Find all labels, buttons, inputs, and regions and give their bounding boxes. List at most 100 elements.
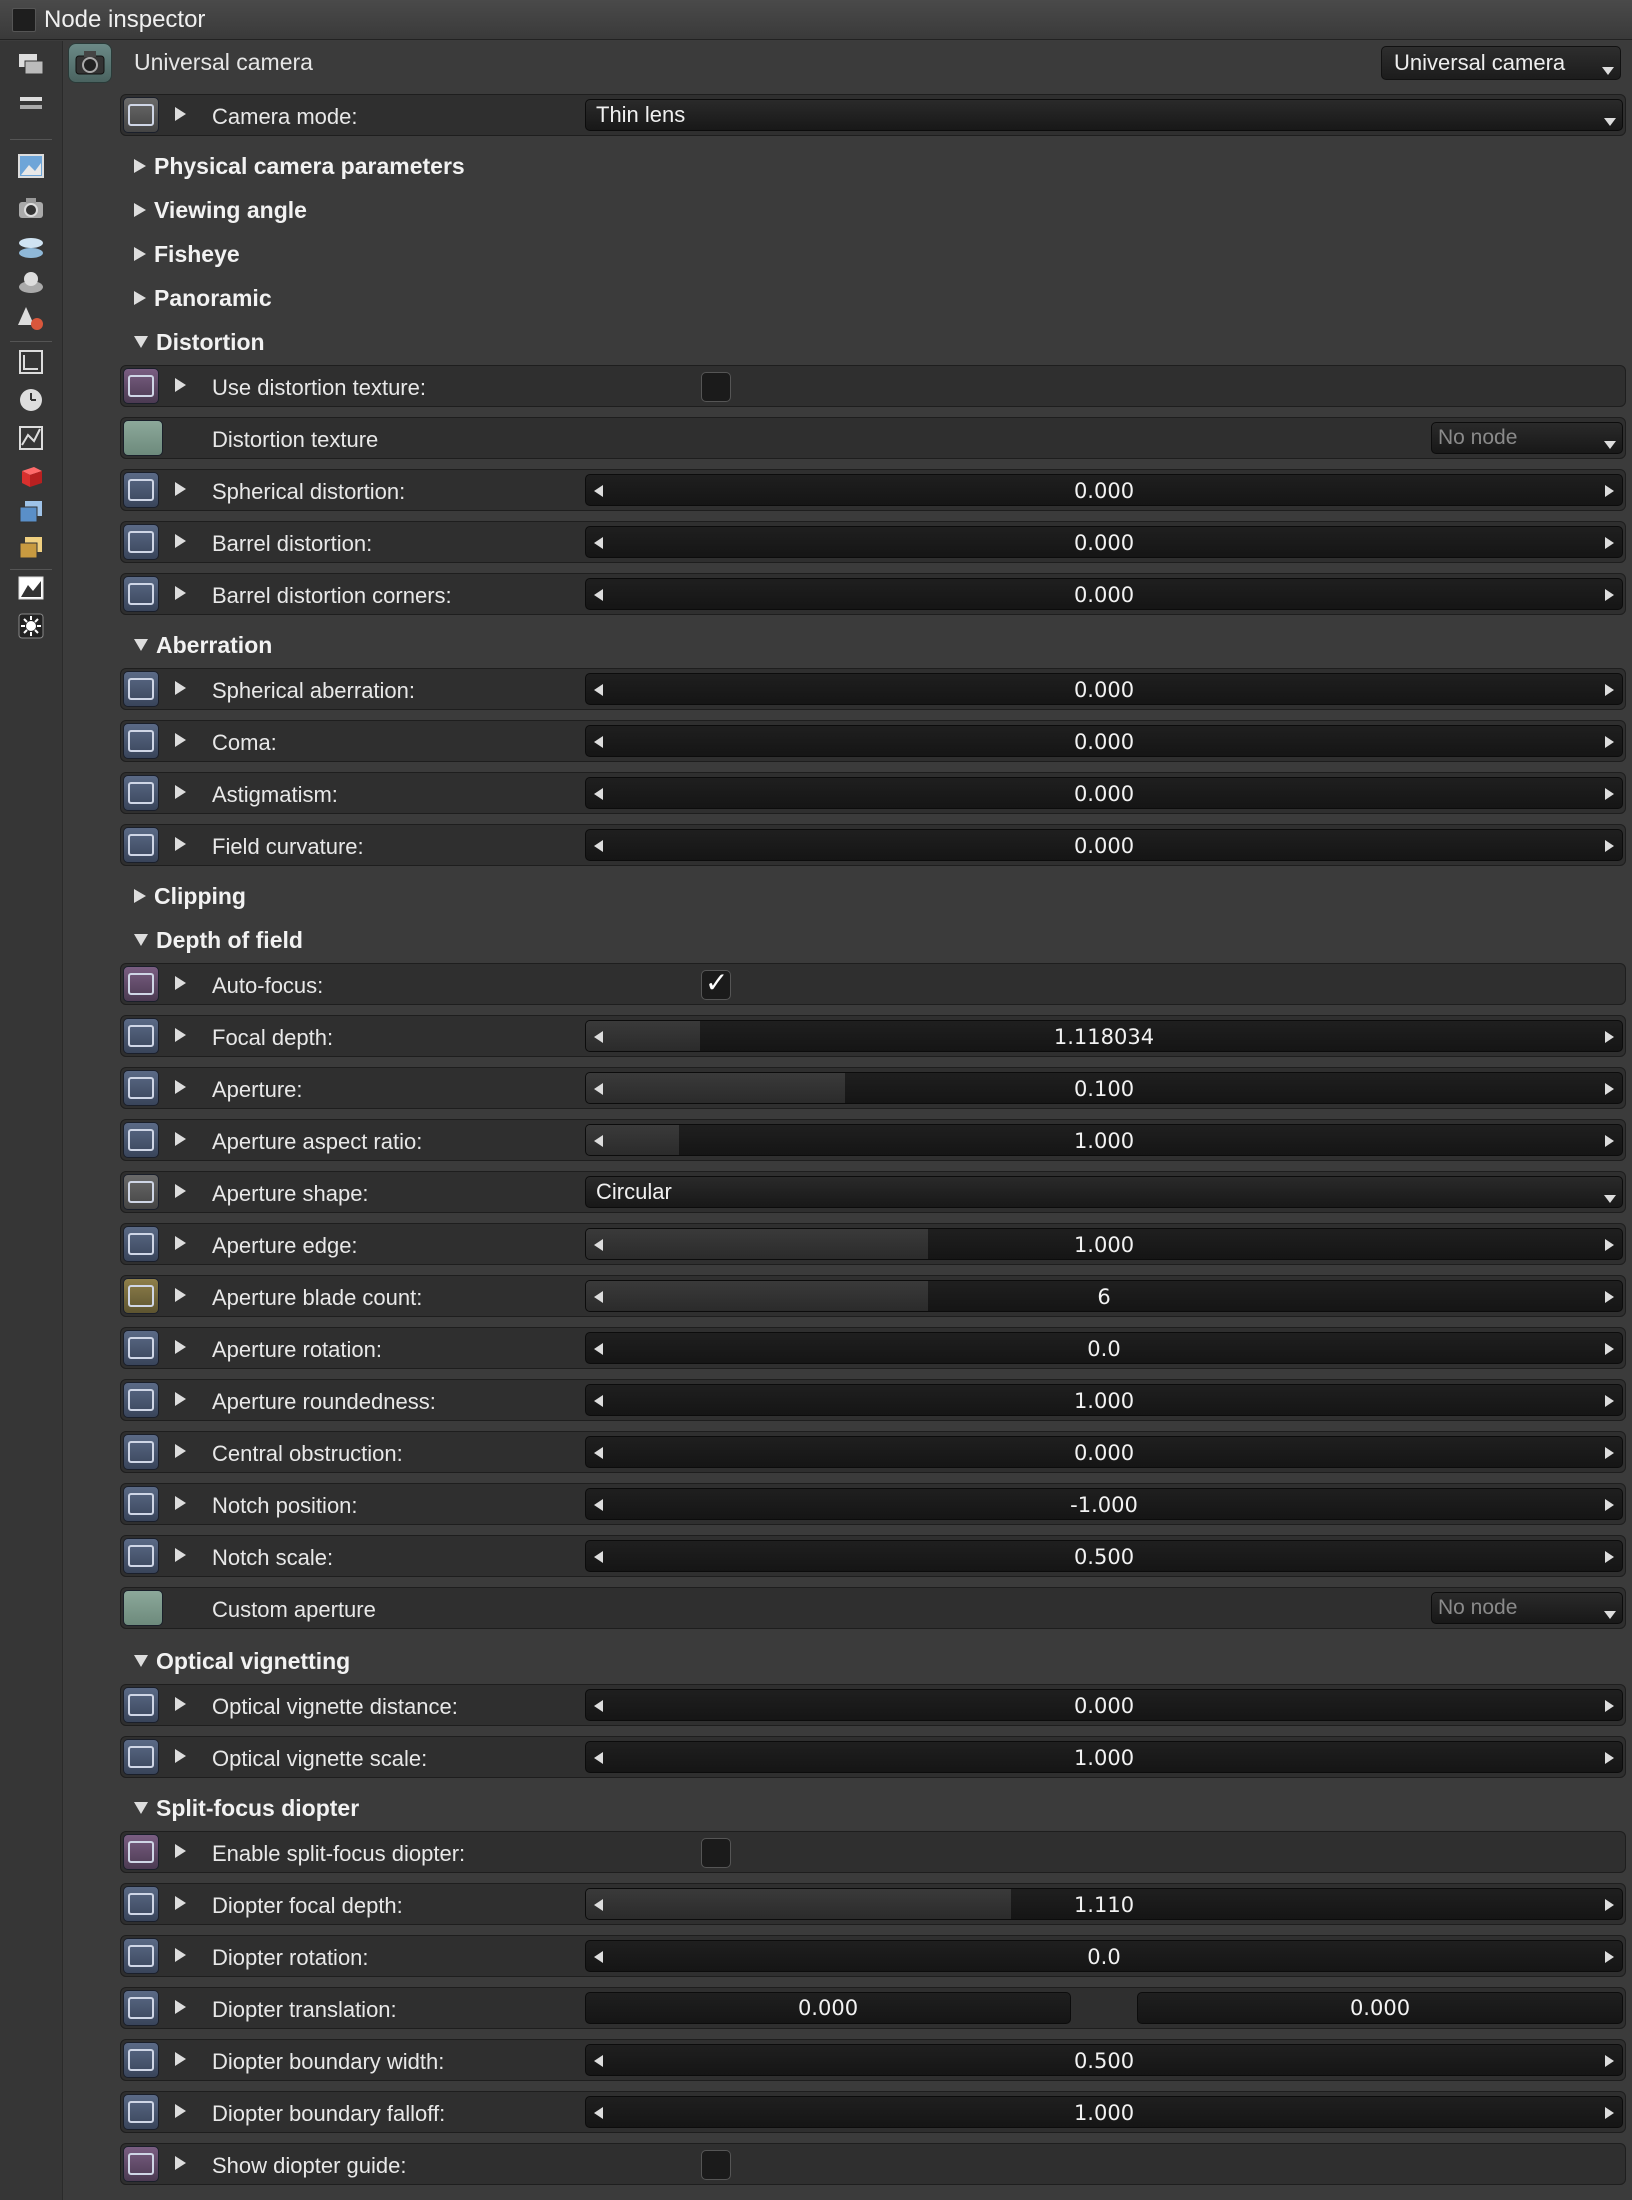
pin-float-icon[interactable] [123, 1434, 159, 1470]
increment-arrow-icon[interactable] [1605, 537, 1614, 549]
pin-float-icon[interactable] [123, 1739, 159, 1775]
notch-scale-slider[interactable]: 0.500 [585, 1540, 1623, 1572]
notch-position-slider[interactable]: -1.000 [585, 1488, 1623, 1520]
pin-float-icon[interactable] [123, 472, 159, 508]
pin-bool-icon[interactable] [123, 368, 159, 404]
coma-slider[interactable]: 0.000 [585, 725, 1623, 757]
section-physical-camera-parameters[interactable]: Physical camera parameters [134, 149, 465, 183]
expand-arrow-icon[interactable] [175, 1392, 186, 1406]
pin-enum-icon[interactable] [123, 1174, 159, 1210]
light-icon[interactable] [16, 611, 46, 641]
spherical-distortion-slider[interactable]: 0.000 [585, 474, 1623, 506]
pin-enum-icon[interactable] [123, 97, 159, 133]
section-split-focus-diopter[interactable]: Split-focus diopter [134, 1791, 359, 1825]
blue-cube-icon[interactable] [16, 497, 46, 527]
geometry-icon[interactable] [16, 267, 46, 297]
section-aberration[interactable]: Aberration [134, 628, 272, 662]
pin-float-icon[interactable] [123, 1382, 159, 1418]
enable-split-focus-diopter-checkbox[interactable] [701, 1838, 731, 1868]
expand-arrow-icon[interactable] [175, 1184, 186, 1198]
increment-arrow-icon[interactable] [1605, 2055, 1614, 2067]
optical-vignette-scale-slider[interactable]: 1.000 [585, 1741, 1623, 1773]
expand-arrow-icon[interactable] [175, 534, 186, 548]
expand-arrow-icon[interactable] [175, 1697, 186, 1711]
expand-arrow-icon[interactable] [175, 482, 186, 496]
camera-mode-dropdown[interactable]: Thin lens [585, 99, 1623, 131]
red-cube-icon[interactable] [16, 461, 46, 491]
pin-float-icon[interactable] [123, 1687, 159, 1723]
expand-arrow-icon[interactable] [175, 1749, 186, 1763]
astigmatism-slider[interactable]: 0.000 [585, 777, 1623, 809]
pin-float-icon[interactable] [123, 827, 159, 863]
pin-float-icon[interactable] [123, 1886, 159, 1922]
expand-arrow-icon[interactable] [175, 733, 186, 747]
list-icon[interactable] [16, 89, 46, 119]
increment-arrow-icon[interactable] [1605, 684, 1614, 696]
expand-arrow-icon[interactable] [175, 2000, 186, 2014]
barrel-distortion-slider[interactable]: 0.000 [585, 526, 1623, 558]
pin-float-icon[interactable] [123, 1226, 159, 1262]
pin-bool-icon[interactable] [123, 966, 159, 1002]
postprocess-icon[interactable] [16, 423, 46, 453]
pin-float-icon[interactable] [123, 524, 159, 560]
section-depth-of-field[interactable]: Depth of field [134, 923, 303, 957]
diopter-translation-x-field[interactable]: 0.000 [585, 1992, 1071, 2024]
distortion-texture-dropdown[interactable]: No node [1431, 422, 1623, 454]
pin-float-icon[interactable] [123, 2094, 159, 2130]
auto-focus-checkbox[interactable]: ✓ [701, 968, 731, 1000]
pin-int-icon[interactable] [123, 1278, 159, 1314]
aperture-blade-count-slider[interactable]: 6 [585, 1280, 1623, 1312]
camera-icon[interactable] [16, 193, 46, 223]
increment-arrow-icon[interactable] [1605, 485, 1614, 497]
pin-texture-icon[interactable] [123, 420, 163, 456]
aperture-slider[interactable]: 0.100 [585, 1072, 1623, 1104]
expand-arrow-icon[interactable] [175, 785, 186, 799]
expand-arrow-icon[interactable] [175, 2052, 186, 2066]
increment-arrow-icon[interactable] [1605, 1700, 1614, 1712]
section-optical-vignetting[interactable]: Optical vignetting [134, 1644, 350, 1678]
increment-arrow-icon[interactable] [1605, 1447, 1614, 1459]
pin-float-icon[interactable] [123, 723, 159, 759]
diopter-focal-depth-slider[interactable]: 1.110 [585, 1888, 1623, 1920]
aperture-aspect-ratio-slider[interactable]: 1.000 [585, 1124, 1623, 1156]
expand-arrow-icon[interactable] [175, 1496, 186, 1510]
central-obstruction-slider[interactable]: 0.000 [585, 1436, 1623, 1468]
increment-arrow-icon[interactable] [1605, 2107, 1614, 2119]
diopter-boundary-width-slider[interactable]: 0.500 [585, 2044, 1623, 2076]
diopter-boundary-falloff-slider[interactable]: 1.000 [585, 2096, 1623, 2128]
pin-float-icon[interactable] [123, 671, 159, 707]
pin-float-icon[interactable] [123, 576, 159, 612]
custom-aperture-dropdown[interactable]: No node [1431, 1592, 1623, 1624]
expand-arrow-icon[interactable] [175, 1896, 186, 1910]
expand-arrow-icon[interactable] [175, 976, 186, 990]
diopter-translation-y-field[interactable]: 0.000 [1137, 1992, 1623, 2024]
increment-arrow-icon[interactable] [1605, 1899, 1614, 1911]
expand-arrow-icon[interactable] [175, 837, 186, 851]
gold-cube-icon[interactable] [16, 533, 46, 563]
aperture-shape-dropdown[interactable]: Circular [585, 1176, 1623, 1208]
section-panoramic[interactable]: Panoramic [134, 281, 272, 315]
section-viewing-angle[interactable]: Viewing angle [134, 193, 307, 227]
pin-float-icon[interactable] [123, 1538, 159, 1574]
render-target-icon[interactable] [16, 347, 46, 377]
node-type-select[interactable]: Universal camera [1381, 46, 1621, 80]
expand-arrow-icon[interactable] [175, 1236, 186, 1250]
expand-arrow-icon[interactable] [175, 1548, 186, 1562]
pin-float-icon[interactable] [123, 2042, 159, 2078]
aperture-rotation-slider[interactable]: 0.0 [585, 1332, 1623, 1364]
imager-icon[interactable] [16, 573, 46, 603]
focal-depth-slider[interactable]: 1.118034 [585, 1020, 1623, 1052]
section-clipping[interactable]: Clipping [134, 879, 246, 913]
pin-float-icon[interactable] [123, 1018, 159, 1054]
aperture-roundedness-slider[interactable]: 1.000 [585, 1384, 1623, 1416]
increment-arrow-icon[interactable] [1605, 1343, 1614, 1355]
environment-icon[interactable] [16, 231, 46, 261]
field-curvature-slider[interactable]: 0.000 [585, 829, 1623, 861]
pin-float-icon[interactable] [123, 1330, 159, 1366]
section-fisheye[interactable]: Fisheye [134, 237, 240, 271]
expand-arrow-icon[interactable] [175, 107, 186, 121]
increment-arrow-icon[interactable] [1605, 1551, 1614, 1563]
expand-arrow-icon[interactable] [175, 1948, 186, 1962]
expand-arrow-icon[interactable] [175, 1132, 186, 1146]
image-icon[interactable] [16, 151, 46, 181]
